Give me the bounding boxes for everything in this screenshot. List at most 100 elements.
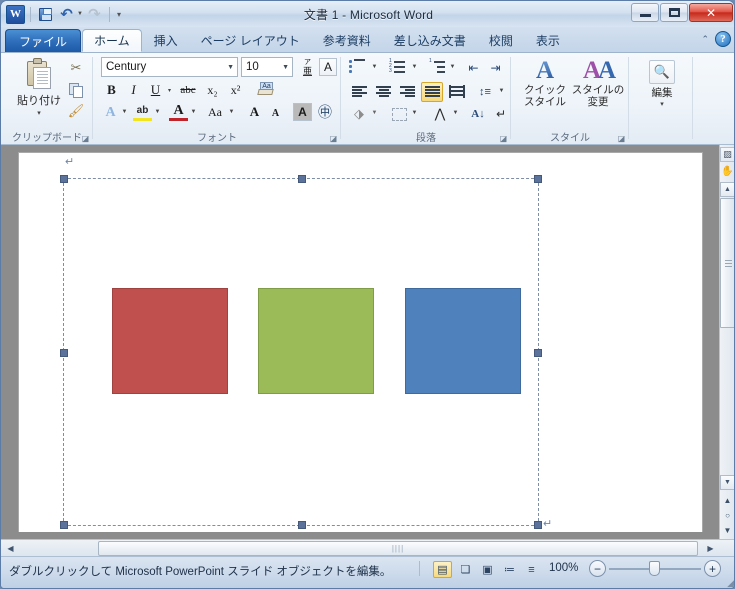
text-effects-button[interactable]: A [101,103,120,123]
bold-button[interactable]: B [103,81,120,99]
quick-styles-button[interactable]: A クイック スタイル [519,58,571,109]
editing-button[interactable]: 🔍 編集 ▾ [643,60,681,111]
shading-button[interactable]: ⬗ [349,105,369,123]
align-center-button[interactable] [373,83,394,101]
distribute-button[interactable] [447,83,468,101]
green-rectangle[interactable] [258,288,374,394]
font-dialog-launcher[interactable]: ◪ [329,134,338,143]
customize-qat-icon[interactable]: ▾ [115,10,123,19]
increase-indent-button[interactable]: ⇥ [486,59,505,76]
shrink-font-button[interactable]: A [267,105,284,121]
view-outline-button[interactable]: ≔ [500,561,519,578]
highlight-color-button[interactable]: ab [133,103,152,121]
scroll-left-button[interactable]: ◀ [3,541,18,556]
tab-references[interactable]: 参考資料 [312,29,382,52]
copy-button[interactable] [65,80,87,100]
font-size-dropdown-icon[interactable]: ▼ [282,58,289,76]
subscript-button[interactable]: x₂ [203,81,222,99]
resize-grip-icon[interactable]: ◢ [727,578,734,588]
tab-insert[interactable]: 挿入 [143,29,189,52]
resize-handle-nw[interactable] [60,175,68,183]
borders-button[interactable] [389,105,409,123]
resize-handle-ne[interactable] [534,175,542,183]
view-print-layout-button[interactable]: ▤ [433,561,452,578]
word-logo-icon[interactable]: W [6,4,25,24]
line-spacing-button[interactable]: ↕≡ [474,83,496,101]
hand-tool-icon[interactable]: ✋ [720,164,734,179]
clear-formatting-button[interactable]: Aa [256,80,279,100]
font-name-dropdown-icon[interactable]: ▼ [227,58,234,76]
tab-review[interactable]: 校閲 [478,29,524,52]
show-marks-button[interactable]: ↵ [492,105,510,123]
view-draft-button[interactable]: ≡ [522,561,541,578]
multilevel-dropdown-icon[interactable]: ▼ [448,61,457,73]
save-icon[interactable] [36,5,55,24]
styles-dialog-launcher[interactable]: ◪ [617,134,626,143]
decrease-indent-button[interactable]: ⇤ [464,59,483,76]
ruler-toggle-icon[interactable]: ▨ [720,147,734,162]
enclose-characters-button[interactable]: ㊥ [315,103,335,121]
cut-button[interactable]: ✂ [65,58,87,78]
change-styles-button[interactable]: AA スタイルの 変更 [571,58,625,109]
character-border-button[interactable]: A [319,58,337,76]
highlight-dropdown-icon[interactable]: ▼ [153,106,162,118]
minimize-ribbon-icon[interactable]: ⌃ [701,34,709,45]
maximize-button[interactable] [660,3,688,22]
clipboard-dialog-launcher[interactable]: ◪ [81,134,90,143]
editing-dropdown-icon[interactable]: ▾ [660,99,664,111]
close-button[interactable]: ✕ [689,3,733,22]
undo-icon[interactable]: ↶ [57,5,76,24]
undo-dropdown-icon[interactable]: ▼ [77,11,83,17]
vertical-scroll-thumb[interactable] [720,198,734,328]
line-spacing-dropdown-icon[interactable]: ▼ [497,85,506,97]
italic-button[interactable]: I [125,81,142,99]
extended-format-button[interactable]: ⋀ [429,105,451,123]
blue-rectangle[interactable] [405,288,521,394]
character-shading-button[interactable]: A [293,103,312,121]
view-web-layout-button[interactable]: ▣ [478,561,497,578]
font-size-combo[interactable]: 10 ▼ [241,57,293,77]
vertical-scrollbar[interactable]: ▨ ✋ ▲ ▼ ▲ ○ ▼ [719,145,734,539]
numbering-dropdown-icon[interactable]: ▼ [410,61,419,73]
superscript-button[interactable]: x² [226,81,245,99]
shading-dropdown-icon[interactable]: ▼ [370,107,379,119]
horizontal-scroll-thumb[interactable]: |||| [98,541,698,556]
horizontal-scrollbar[interactable]: ◀ |||| ▶ [1,539,734,556]
paragraph-dialog-launcher[interactable]: ◪ [499,134,508,143]
tab-home[interactable]: ホーム [82,29,142,52]
font-color-button[interactable]: A [169,103,188,121]
sort-button[interactable]: A↓ [467,105,489,123]
underline-dropdown-icon[interactable]: ▾ [165,84,174,96]
tab-mailings[interactable]: 差し込み文書 [383,29,477,52]
browse-object-icon[interactable]: ○ [720,508,734,523]
borders-dropdown-icon[interactable]: ▼ [410,107,419,119]
format-painter-button[interactable]: 🖌 [65,101,87,121]
text-effects-dropdown-icon[interactable]: ▼ [120,106,129,118]
zoom-slider-thumb[interactable] [649,561,660,576]
align-right-button[interactable] [397,83,418,101]
extended-format-dropdown-icon[interactable]: ▼ [451,107,460,119]
help-icon[interactable]: ? [715,31,731,47]
font-name-combo[interactable]: Century ▼ [101,57,238,77]
document-page[interactable]: ↵ ↵ [18,152,703,532]
change-case-dropdown-icon[interactable]: ▼ [227,106,236,118]
bullets-dropdown-icon[interactable]: ▼ [370,61,379,73]
change-case-button[interactable]: Aa [203,103,227,121]
strikethrough-button[interactable]: abc [177,81,199,99]
tab-page-layout[interactable]: ページ レイアウト [190,29,311,52]
underline-button[interactable]: U [147,81,164,99]
scroll-down-button[interactable]: ▼ [720,475,734,490]
grow-font-button[interactable]: A [245,103,264,121]
paste-dropdown-icon[interactable]: ▾ [37,109,41,117]
browse-next-icon[interactable]: ▼ [720,523,734,538]
resize-handle-n[interactable] [298,175,306,183]
view-full-screen-reading-button[interactable]: ❏ [456,561,475,578]
justify-button[interactable] [421,82,443,102]
embedded-powerpoint-object[interactable] [60,175,542,529]
paste-button[interactable]: 貼り付け ▾ [13,58,65,120]
resize-handle-s[interactable] [298,521,306,529]
scroll-up-button[interactable]: ▲ [720,182,734,197]
browse-prev-icon[interactable]: ▲ [720,493,734,508]
resize-handle-w[interactable] [60,349,68,357]
resize-handle-sw[interactable] [60,521,68,529]
